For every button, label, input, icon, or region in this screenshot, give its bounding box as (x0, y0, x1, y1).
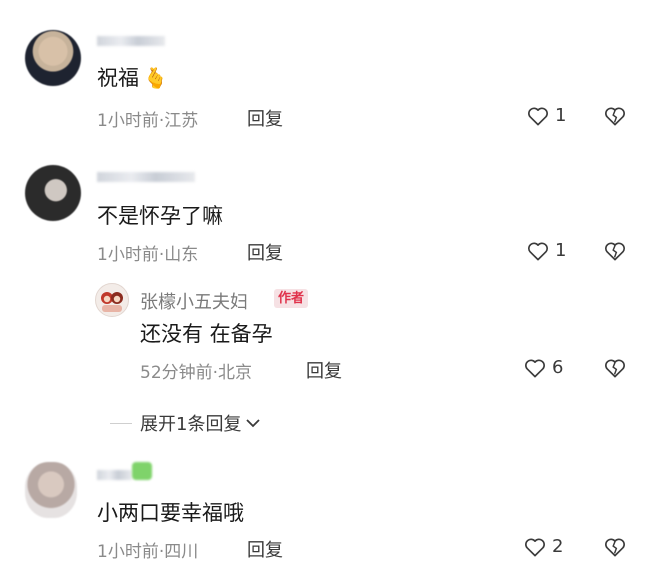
author-avatar[interactable] (95, 283, 129, 317)
like-button[interactable]: 2 (524, 536, 563, 557)
comment-meta: 1小时前·四川 (97, 542, 199, 562)
like-count: 1 (555, 240, 567, 261)
heart-outline-icon (525, 359, 545, 377)
reply-button[interactable]: 回复 (247, 105, 283, 131)
green-badge-blurred (132, 462, 152, 480)
comment-text: 小两口要幸福哦 (97, 501, 244, 525)
like-count: 1 (555, 105, 567, 126)
comment-meta: 1小时前·山东 (97, 245, 199, 265)
avatar[interactable] (25, 30, 81, 86)
reply-button[interactable]: 回复 (306, 357, 342, 383)
chevron-down-icon (246, 419, 261, 428)
broken-heart-icon[interactable] (604, 106, 626, 126)
reply-button[interactable]: 回复 (247, 239, 283, 265)
divider-line (110, 422, 132, 424)
like-button[interactable]: 1 (527, 105, 566, 126)
reply-text: 还没有 在备孕 (140, 322, 273, 346)
finger-heart-emoji: 🫰 (143, 66, 168, 90)
like-button[interactable]: 6 (524, 357, 563, 378)
expand-label: 展开1条回复 (140, 414, 242, 435)
like-button[interactable]: 1 (527, 240, 566, 261)
couple-avatar-icon (101, 292, 123, 312)
avatar[interactable] (25, 165, 81, 221)
comment-text: 祝福 🫰 (97, 66, 168, 90)
broken-heart-icon[interactable] (604, 537, 626, 557)
username-blurred[interactable] (97, 36, 165, 46)
username-blurred[interactable] (97, 470, 132, 480)
broken-heart-icon[interactable] (604, 358, 626, 378)
reply-button[interactable]: 回复 (247, 536, 283, 562)
username-blurred[interactable] (97, 172, 195, 182)
avatar[interactable] (25, 462, 77, 518)
heart-outline-icon (528, 242, 548, 260)
author-badge: 作者 (274, 289, 309, 308)
broken-heart-icon[interactable] (604, 241, 626, 261)
reply-meta: 52分钟前·北京 (140, 363, 253, 383)
like-count: 2 (552, 536, 564, 557)
like-count: 6 (552, 357, 564, 378)
comment-text: 不是怀孕了嘛 (97, 204, 223, 228)
comment-meta: 1小时前·江苏 (97, 111, 199, 131)
heart-outline-icon (525, 538, 545, 556)
author-name[interactable]: 张檬小五夫妇 (140, 288, 248, 314)
heart-outline-icon (528, 107, 548, 125)
expand-replies-button[interactable]: 展开1条回复 (110, 410, 261, 436)
